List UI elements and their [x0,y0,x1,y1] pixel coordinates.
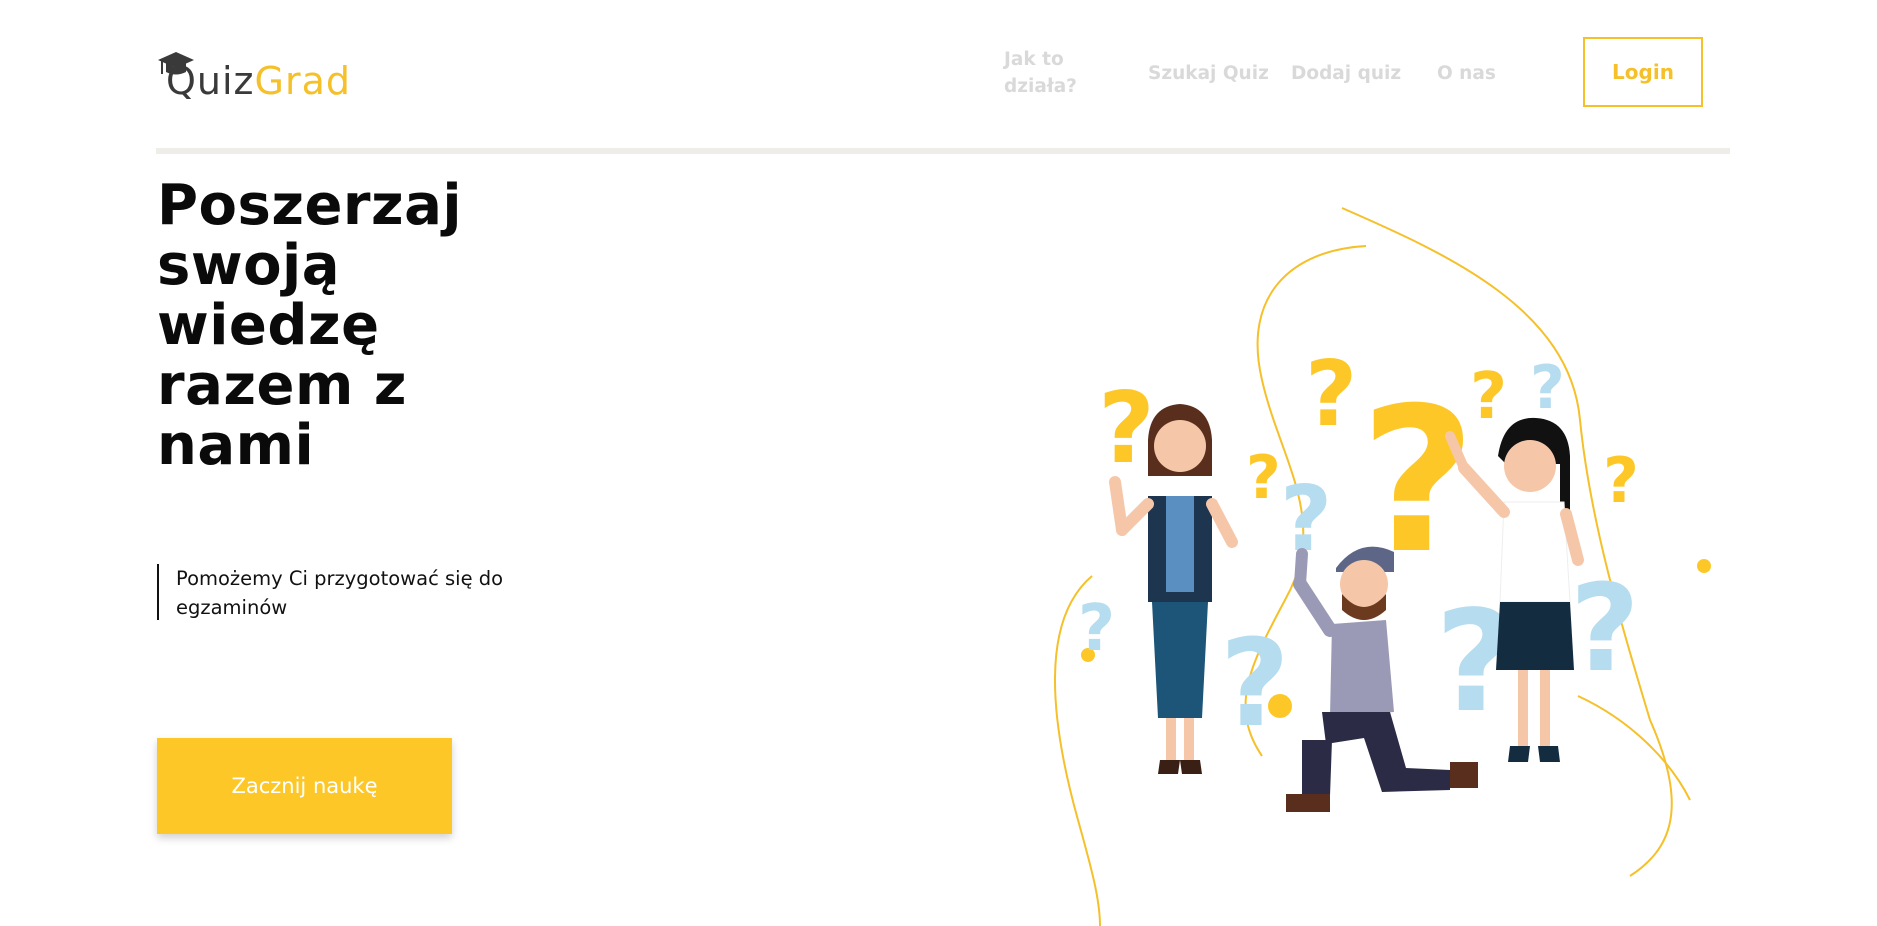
svg-text:?: ? [1470,360,1507,434]
svg-text:?: ? [1246,443,1281,513]
svg-text:?: ? [1078,592,1115,666]
hero-subtext: Pomożemy Ci przygotować się do egzaminów [157,563,537,620]
brand-part-grad: Grad [254,59,351,103]
brand-part-quiz: Quiz [166,59,255,103]
svg-text:?: ? [1220,615,1290,754]
brand-wordmark: QuizGrad [166,58,351,104]
svg-text:?: ? [1570,560,1640,699]
nav-link-about[interactable]: O nas [1437,60,1496,87]
hero-illustration: ? ? ? ? ? ? ? ? ? ? ? ? [1054,207,1711,926]
svg-text:?: ? [1530,353,1565,423]
svg-text:?: ? [1603,444,1639,517]
svg-text:?: ? [1305,342,1357,447]
nav-link-how-it-works[interactable]: Jak to działa? [1004,46,1094,100]
hero-headline: Poszerzaj swoją wiedzę razem z nami [157,173,463,478]
header-divider [156,148,1730,154]
svg-text:?: ? [1098,372,1155,486]
nav-link-search-quiz[interactable]: Szukaj Quiz [1148,60,1269,87]
brand-logo[interactable]: QuizGrad [156,50,396,103]
start-learning-button[interactable]: Zacznij naukę [157,738,452,834]
nav-link-add-quiz[interactable]: Dodaj quiz [1291,60,1401,87]
login-button[interactable]: Login [1583,37,1703,107]
